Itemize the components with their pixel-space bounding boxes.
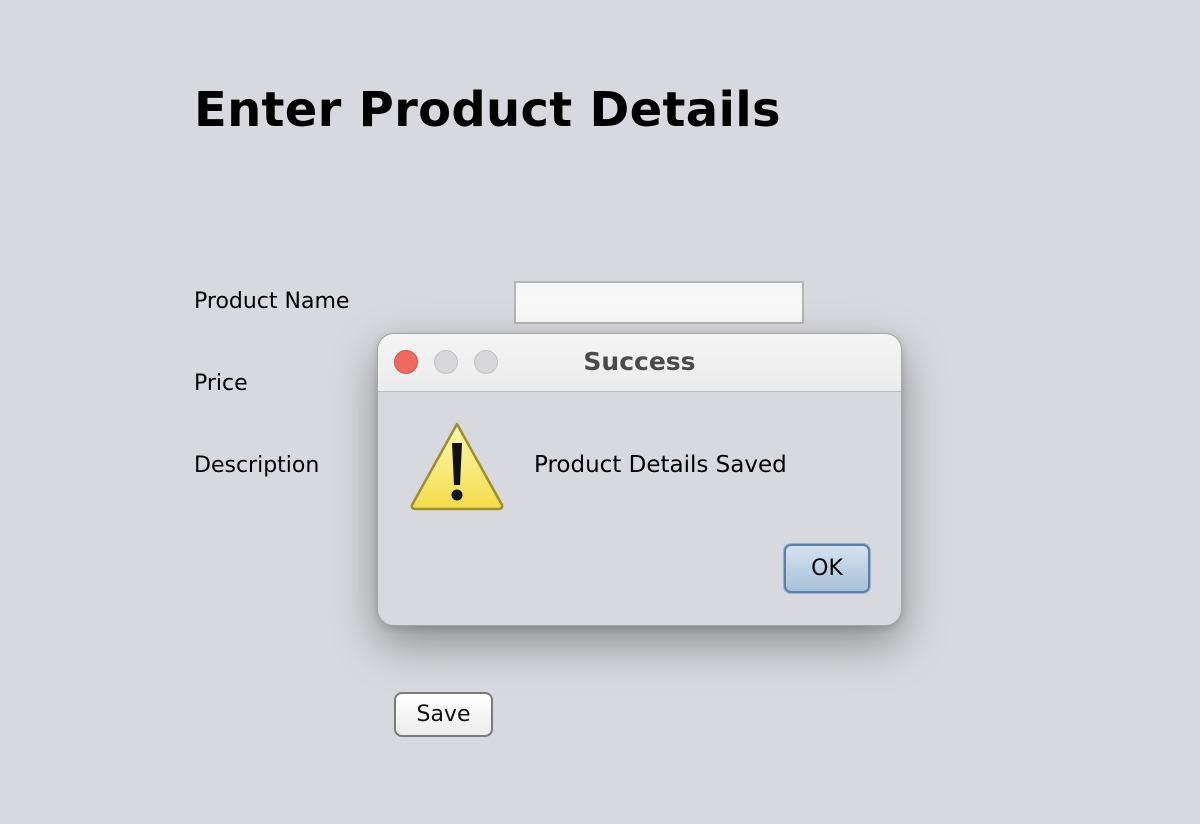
dialog-titlebar[interactable]: Success	[378, 334, 901, 392]
description-label: Description	[194, 453, 320, 478]
dialog-message: Product Details Saved	[534, 452, 787, 478]
success-dialog: Success Product Details Saved OK	[377, 333, 902, 626]
price-label: Price	[194, 371, 248, 396]
ok-button[interactable]: OK	[784, 544, 870, 593]
save-button[interactable]: Save	[394, 692, 493, 737]
dialog-title: Success	[583, 347, 696, 376]
product-name-input[interactable]	[514, 281, 804, 324]
warning-icon	[410, 422, 504, 511]
product-name-label: Product Name	[194, 289, 350, 314]
page-title: Enter Product Details	[194, 82, 781, 138]
